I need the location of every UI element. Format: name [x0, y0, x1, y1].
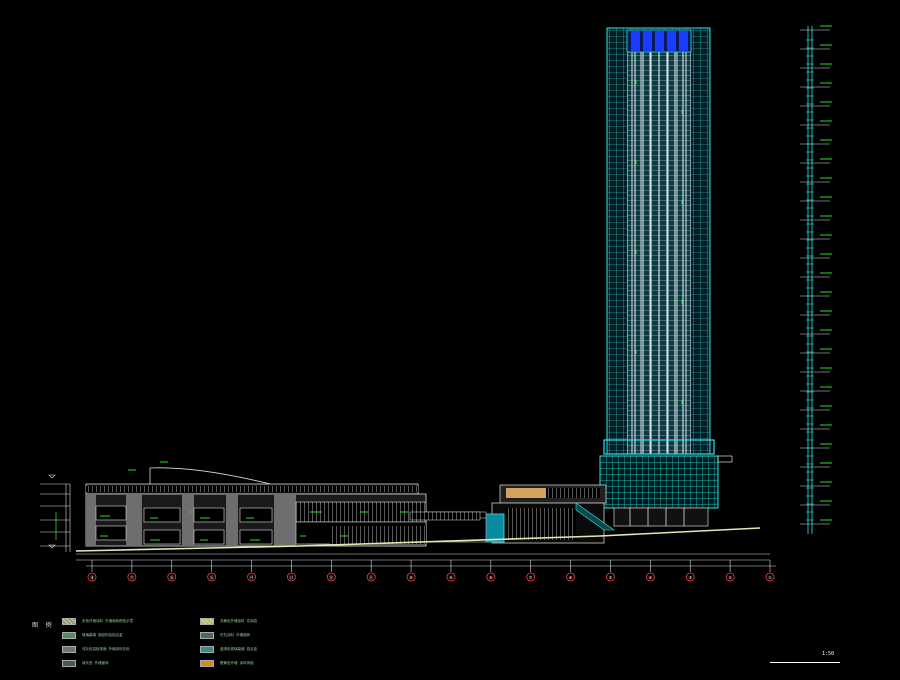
- legend-title: 图 例: [32, 622, 54, 629]
- grid-axis-label: ⑨: [449, 575, 453, 580]
- legend-swatch: [62, 631, 76, 639]
- legend-label: 米色外墙涂料 外墙面砖颜色示意: [82, 618, 134, 623]
- tower: [603, 27, 715, 455]
- legend-label: 仿石涂料 外墙面砖: [220, 632, 251, 637]
- legend-item: 玻璃幕墙 钢结构及铝合金: [62, 630, 123, 640]
- drawing-title-block: 1:50: [770, 648, 842, 666]
- elevation-drawing: ⑱ ⑰ ⑯ ⑮ ⑭ ⑬ ⑫ ⑪ ⑩ ⑨ ⑧ ⑦ ⑥ ⑤ ④ ③ ② ①: [40, 25, 832, 582]
- grid-axis-label: ⑯: [170, 574, 174, 580]
- dimension-axis: ⑱ ⑰ ⑯ ⑮ ⑭ ⑬ ⑫ ⑪ ⑩ ⑨ ⑧ ⑦ ⑥ ⑤ ④ ③ ② ①: [86, 560, 776, 582]
- grid-axis-label: ⑥: [569, 575, 573, 580]
- legend-swatch: [200, 645, 214, 653]
- legend: 图 例 米色外墙涂料 外墙面砖颜色示意 玻璃幕墙 钢结构及铝合金 浅灰色铝板饰面…: [28, 616, 328, 672]
- legend-item: 仿石涂料 外墙面砖: [200, 630, 250, 640]
- legend-label: 深灰色 外墙面砖: [82, 660, 109, 665]
- legend-label: 蓝绿色玻璃幕墙 铝合金: [220, 646, 258, 651]
- grid-axis-label: ⑮: [210, 574, 214, 580]
- drawing-scale: 1:50: [822, 651, 835, 657]
- grid-axis-label: ⑤: [609, 575, 613, 580]
- legend-label: 浅黄色外墙涂料 花岗岩: [220, 618, 258, 623]
- grid-axis-label: ⑦: [529, 575, 533, 580]
- left-level-markers: [40, 474, 71, 552]
- legend-swatch: [200, 617, 214, 625]
- legend-swatch: [200, 659, 214, 667]
- legend-swatch: [62, 645, 76, 653]
- legend-item: 浅灰色铝板饰面 外墙涂料灰色: [62, 644, 130, 654]
- grid-axis-label: ⑩: [409, 575, 413, 580]
- legend-label: 浅灰色铝板饰面 外墙涂料灰色: [82, 646, 130, 651]
- grid-axis-label: ⑧: [489, 575, 493, 580]
- grid-axis-label: ③: [688, 575, 692, 580]
- right-level-scale: [800, 25, 832, 534]
- grid-axis-label: ④: [649, 575, 653, 580]
- tower-crown: [626, 29, 692, 53]
- legend-swatch: [200, 631, 214, 639]
- grid-axis-label: ①: [768, 575, 772, 580]
- legend-swatch: [62, 617, 76, 625]
- legend-item: 米色外墙涂料 外墙面砖颜色示意: [62, 616, 133, 626]
- legend-label: 橙黄色外墙 涂料饰面: [220, 660, 254, 665]
- grid-axis-label: ⑰: [130, 574, 134, 580]
- legend-item: 橙黄色外墙 涂料饰面: [200, 658, 254, 668]
- grid-axis-label: ②: [728, 575, 732, 580]
- grid-axis-label: ⑫: [329, 574, 333, 580]
- legend-label: 玻璃幕墙 钢结构及铝合金: [82, 632, 123, 637]
- grid-axis-label: ⑪: [369, 574, 373, 580]
- legend-swatch: [62, 659, 76, 667]
- grid-axis-label: ⑱: [90, 574, 94, 580]
- tower-podium: [599, 455, 733, 527]
- grid-axis-label: ⑬: [289, 574, 293, 580]
- legend-item: 蓝绿色玻璃幕墙 铝合金: [200, 644, 257, 654]
- legend-item: 深灰色 外墙面砖: [62, 658, 109, 668]
- podium-building: [85, 461, 481, 547]
- legend-item: 浅黄色外墙涂料 花岗岩: [200, 616, 257, 626]
- title-underline: [770, 662, 840, 663]
- grid-axis-label: ⑭: [250, 574, 254, 580]
